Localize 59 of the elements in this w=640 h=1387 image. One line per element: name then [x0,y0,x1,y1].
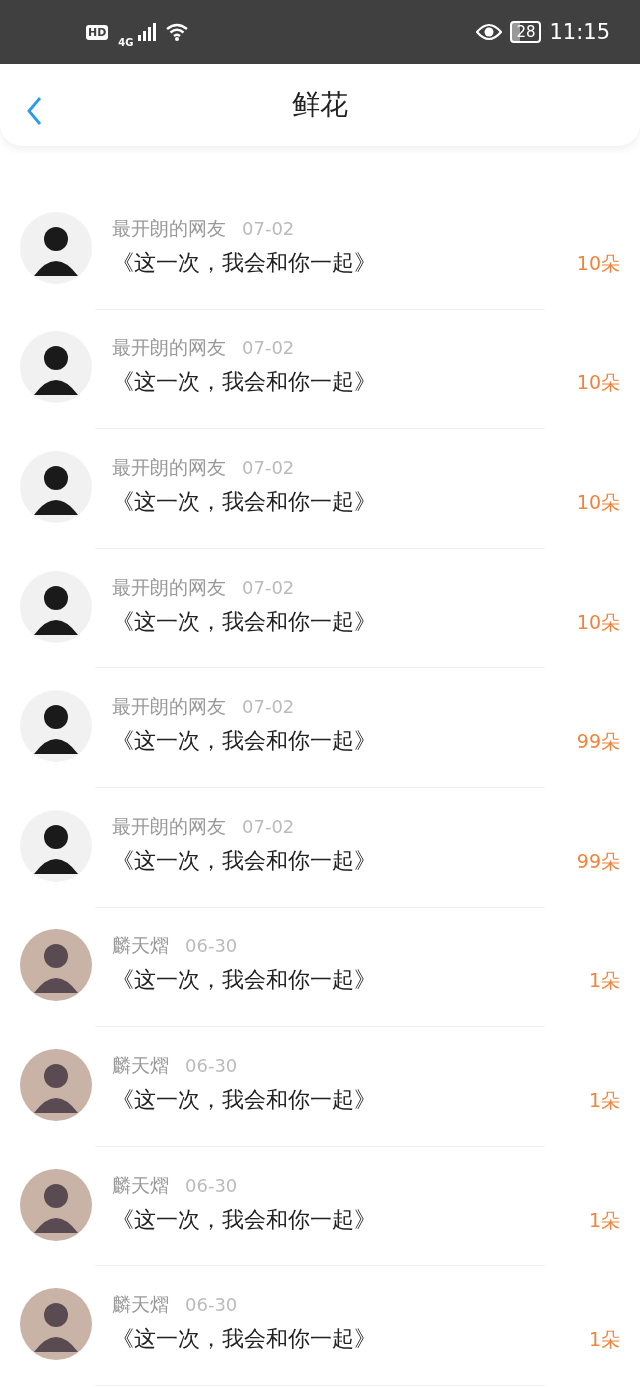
avatar[interactable] [20,451,92,523]
battery-indicator: 28 [510,21,542,43]
flower-count: 99朵 [576,848,620,874]
book-title: 《这一次，我会和你一起》 [112,488,376,516]
book-title: 《这一次，我会和你一起》 [112,1085,376,1114]
eye-icon [476,23,503,41]
user-name: 最开朗的网友 [112,813,226,839]
hd-badge: HD [86,24,109,40]
book-title: 《这一次，我会和你一起》 [112,846,376,875]
signal-icon [137,23,158,41]
avatar[interactable] [20,809,92,882]
avatar[interactable] [20,211,92,284]
user-name: 最开朗的网友 [112,215,226,241]
wifi-icon [165,23,190,41]
date: 07-02 [242,457,295,478]
avatar[interactable] [20,570,92,643]
book-title: 《这一次，我会和你一起》 [112,727,376,756]
date: 06-30 [185,1054,238,1076]
date: 07-02 [242,815,295,837]
avatar[interactable] [20,929,92,1002]
flower-count: 1朵 [588,1327,620,1353]
user-name: 麟天熠 [112,1292,169,1318]
flower-count: 10朵 [576,609,620,635]
book-title: 《这一次，我会和你一起》 [112,966,376,995]
page-title: 鲜花 [292,87,348,123]
avatar[interactable] [20,1288,92,1361]
book-title: 《这一次，我会和你一起》 [112,368,376,397]
date: 06-30 [185,1294,238,1316]
date: 06-30 [185,1174,238,1196]
date: 07-02 [242,217,295,239]
clock: 11:15 [549,20,610,44]
avatar[interactable] [20,331,92,404]
user-name: 最开朗的网友 [112,574,226,600]
book-title: 《这一次，我会和你一起》 [112,1205,376,1234]
book-title: 《这一次，我会和你一起》 [112,1325,376,1354]
date: 07-02 [242,576,295,598]
avatar[interactable] [20,1168,92,1241]
user-name: 麟天熠 [112,933,169,959]
flower-count: 99朵 [576,729,620,755]
user-name: 最开朗的网友 [112,694,226,720]
book-title: 《这一次，我会和你一起》 [112,607,376,636]
flower-count: 10朵 [576,490,620,515]
user-name: 麟天熠 [112,1172,169,1198]
user-name: 麟天熠 [112,1052,169,1078]
flower-count: 1朵 [588,1087,620,1113]
avatar[interactable] [20,1048,92,1121]
flower-count: 10朵 [576,370,620,396]
date: 06-30 [185,935,238,957]
book-title: 《这一次，我会和你一起》 [112,248,376,277]
flower-count: 1朵 [588,1207,620,1233]
date: 07-02 [242,337,295,359]
flower-count: 10朵 [576,250,620,276]
date: 07-02 [242,696,295,718]
avatar[interactable] [20,690,92,763]
user-name: 最开朗的网友 [112,335,226,361]
back-icon[interactable] [26,96,42,126]
flower-count: 1朵 [588,968,620,994]
user-name: 最开朗的网友 [112,455,226,480]
network-type: 4G [118,36,134,48]
